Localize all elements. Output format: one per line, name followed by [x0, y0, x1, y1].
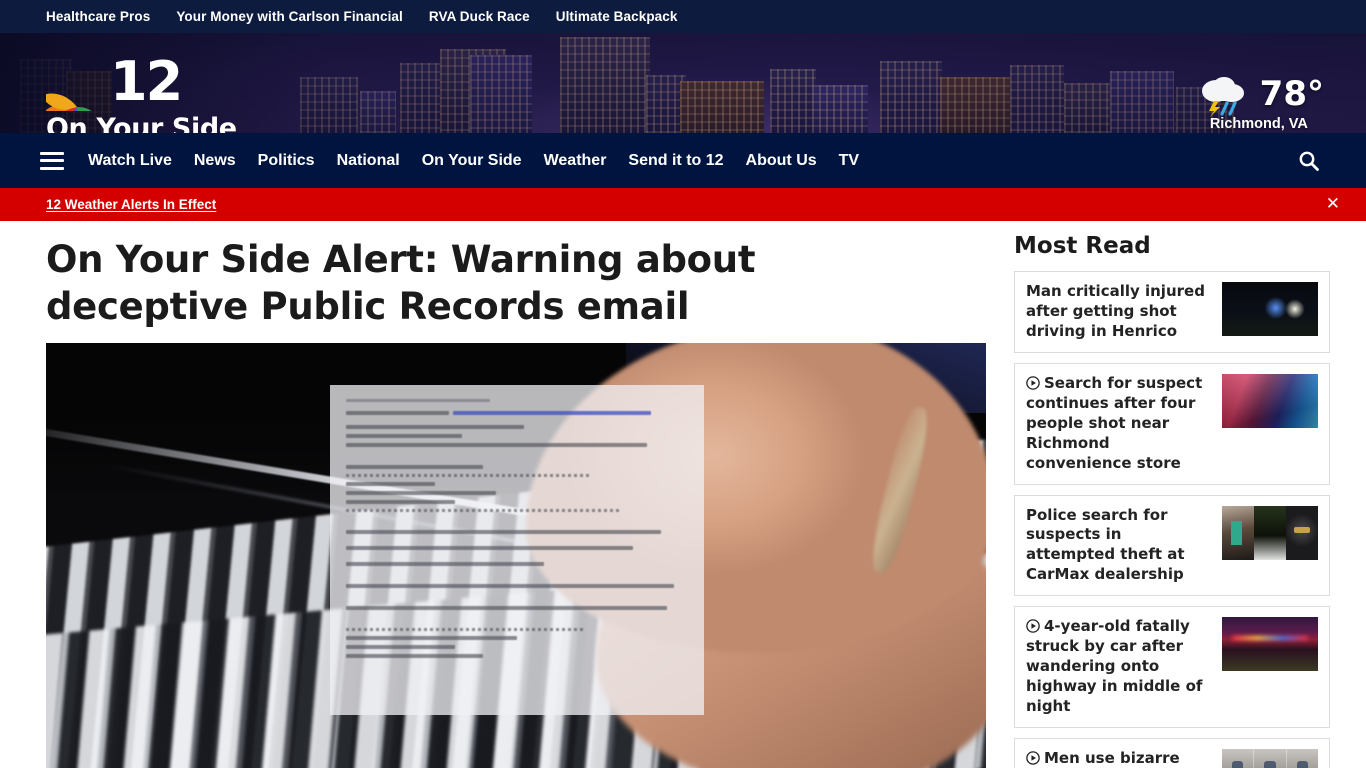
play-icon: [1026, 619, 1040, 634]
list-item-thumbnail: [1222, 373, 1318, 428]
nav-item-on-your-side[interactable]: On Your Side: [422, 152, 522, 170]
nav-links: Watch Live News Politics National On You…: [88, 152, 1298, 170]
list-item-thumbnail: [1222, 748, 1318, 768]
nav-item-politics[interactable]: Politics: [258, 152, 315, 170]
most-read-headline: Search for suspect continues after four …: [1026, 373, 1203, 472]
topbar-link-ultimate-backpack[interactable]: Ultimate Backpack: [556, 9, 678, 24]
list-item-thumbnail: [1222, 505, 1318, 560]
page-title: On Your Side Alert: Warning about decept…: [46, 238, 756, 328]
most-read-headline: 4-year-old fatally struck by car after w…: [1026, 617, 1203, 715]
topbar-link-healthcare-pros[interactable]: Healthcare Pros: [46, 9, 150, 24]
list-item[interactable]: Man critically injured after getting sho…: [1014, 271, 1330, 353]
most-read-headline: Police search for suspects in attempted …: [1026, 505, 1185, 584]
nav-item-watch-live[interactable]: Watch Live: [88, 152, 172, 170]
page-body: On Your Side Alert: Warning about decept…: [0, 221, 1366, 768]
weather-temperature: 78°: [1259, 74, 1324, 114]
nav-item-national[interactable]: National: [337, 152, 400, 170]
most-read-headline: Man critically injured after getting sho…: [1026, 282, 1205, 340]
most-read-sidebar: Most Read Man critically injured after g…: [1014, 221, 1330, 768]
close-icon[interactable]: ✕: [1326, 196, 1340, 213]
alert-message[interactable]: 12 Weather Alerts In Effect: [46, 197, 1326, 212]
thunderstorm-icon: [1201, 77, 1244, 117]
nav-item-tv[interactable]: TV: [839, 152, 859, 170]
list-item[interactable]: Police search for suspects in attempted …: [1014, 494, 1330, 597]
weather-location: Richmond, VA: [1209, 116, 1308, 132]
topbar-link-your-money[interactable]: Your Money with Carlson Financial: [176, 9, 403, 24]
nav-item-about-us[interactable]: About Us: [746, 152, 817, 170]
nav-item-send-it-to-12[interactable]: Send it to 12: [628, 152, 723, 170]
most-read-entry: 4-year-old fatally struck by car after w…: [1026, 617, 1213, 717]
email-screenshot-overlay: [330, 385, 704, 716]
nav-item-weather[interactable]: Weather: [544, 152, 607, 170]
hamburger-icon[interactable]: [40, 151, 64, 170]
most-read-entry: Search for suspect continues after four …: [1026, 374, 1213, 474]
play-icon: [1026, 376, 1040, 390]
most-read-headline: Men use bizarre tactic to pickpocket ano…: [1044, 748, 1180, 767]
main-navigation: Watch Live News Politics National On You…: [0, 133, 1366, 188]
list-item[interactable]: Men use bizarre tactic to pickpocket ano…: [1014, 737, 1330, 768]
sidebar-title: Most Read: [1014, 233, 1151, 259]
list-item[interactable]: 4-year-old fatally struck by car after w…: [1014, 606, 1330, 728]
nav-item-news[interactable]: News: [194, 152, 236, 170]
list-item-thumbnail: [1222, 617, 1318, 672]
search-icon[interactable]: [1298, 150, 1320, 172]
weather-widget[interactable]: 78° Richmond, VA: [1194, 71, 1324, 132]
top-utility-bar: Healthcare Pros Your Money with Carlson …: [0, 0, 1366, 33]
weather-alert-bar: 12 Weather Alerts In Effect ✕: [0, 188, 1366, 221]
site-logo[interactable]: 12 On Your Side: [46, 50, 237, 133]
topbar-link-rva-duck-race[interactable]: RVA Duck Race: [429, 9, 530, 24]
play-icon: [1026, 751, 1040, 765]
article-hero-image: [46, 343, 986, 768]
article-column: On Your Side Alert: Warning about decept…: [46, 221, 986, 768]
nbc-peacock-icon: [46, 93, 104, 111]
list-item-thumbnail: [1222, 282, 1318, 336]
masthead: 12 On Your Side 78° Richmond, VA: [0, 33, 1366, 133]
list-item[interactable]: Search for suspect continues after four …: [1014, 362, 1330, 485]
logo-number: 12: [110, 50, 183, 113]
logo-tagline: On Your Side: [46, 113, 237, 133]
most-read-entry: Men use bizarre tactic to pickpocket ano…: [1026, 749, 1213, 768]
